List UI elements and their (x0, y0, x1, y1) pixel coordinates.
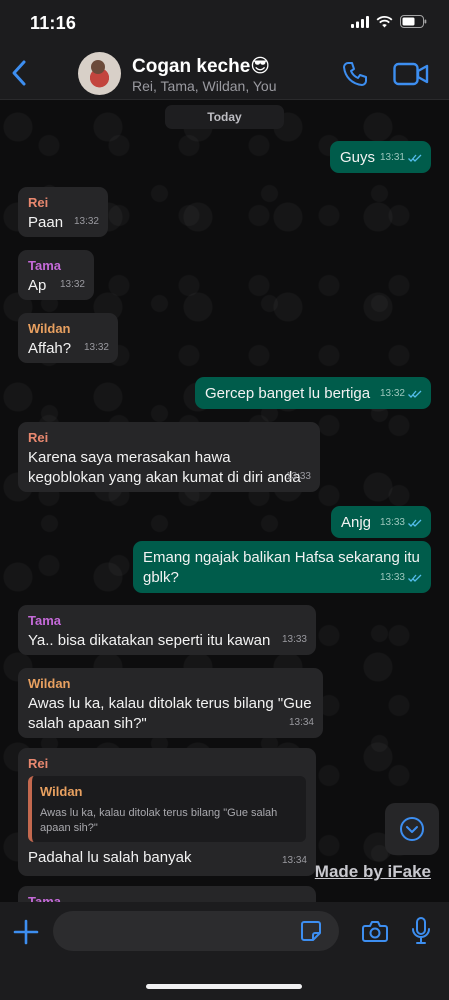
date-label: Today (165, 105, 284, 129)
microphone-button[interactable] (410, 916, 432, 946)
read-receipt-icon (408, 574, 422, 582)
back-button[interactable] (8, 58, 32, 88)
message-input-bar (0, 902, 449, 1000)
wifi-icon (376, 15, 393, 27)
battery-icon (400, 15, 427, 28)
chat-area[interactable]: Today Guys 13:31 Rei Paan 13:32 Tama Ap … (0, 100, 449, 902)
message-time: 13:32 (59, 279, 85, 290)
message-time: 13:32 (73, 216, 99, 227)
camera-button[interactable] (362, 919, 388, 943)
message-text: Gercep banget lu bertiga (205, 385, 371, 402)
message-sender: Tama (28, 258, 61, 273)
status-icons (351, 15, 427, 28)
message-time: 13:33 (379, 517, 405, 528)
message-sender: Rei (28, 195, 49, 210)
message-time: 13:31 (379, 152, 405, 163)
message-bubble-incoming[interactable]: Rei Karena saya merasakan hawa kegobloka… (18, 422, 320, 492)
message-sender: Tama (28, 894, 61, 902)
quote-text: Awas lu ka, kalau ditolak terus bilang "… (40, 807, 278, 834)
message-sender: Rei (28, 430, 49, 445)
message-time: 13:32 (83, 342, 109, 353)
home-indicator[interactable] (146, 984, 302, 989)
chat-header: Cogan keche😎 Rei, Tama, Wildan, You (0, 46, 449, 100)
message-bubble-incoming[interactable]: Tama Ap 13:32 (18, 250, 94, 300)
message-bubble-incoming[interactable]: Wildan Affah? 13:32 (18, 313, 118, 363)
message-meta: 13:33 (380, 568, 422, 588)
quoted-message[interactable]: Wildan Awas lu ka, kalau ditolak terus b… (28, 776, 306, 842)
message-text: Karena saya merasakan hawa kegoblokan ya… (28, 449, 301, 486)
message-bubble-incoming[interactable]: Rei Paan 13:32 (18, 187, 108, 237)
watermark: Made by iFake (314, 862, 431, 881)
video-call-button[interactable] (393, 61, 429, 87)
status-time: 11:16 (30, 13, 77, 33)
message-text: Emang ngajak balikan Hafsa sekarang itu … (143, 549, 420, 586)
read-receipt-icon (408, 390, 422, 398)
message-bubble-incoming[interactable]: Tama Ya.. bisa dikatakan seperti itu kaw… (18, 605, 316, 655)
message-text: Guys (340, 149, 376, 166)
message-input[interactable] (53, 911, 339, 951)
message-time: 13:32 (379, 388, 405, 399)
message-meta: 13:33 (380, 513, 422, 533)
chevron-down-icon (400, 817, 424, 841)
message-time: 13:34 (288, 717, 314, 728)
signal-icon (351, 15, 369, 28)
message-text: Padahal lu salah banyak (28, 849, 192, 866)
message-time: 13:33 (281, 634, 307, 645)
group-avatar[interactable] (78, 52, 121, 95)
chat-title[interactable]: Cogan keche😎 (132, 55, 270, 78)
status-bar: 11:16 (0, 0, 449, 46)
message-bubble-outgoing[interactable]: Emang ngajak balikan Hafsa sekarang itu … (133, 541, 431, 593)
message-time: 13:33 (285, 471, 311, 482)
message-bubble-outgoing[interactable]: Guys 13:31 (330, 141, 431, 173)
message-text: Awas lu ka, kalau ditolak terus bilang "… (28, 695, 312, 732)
message-sender: Tama (28, 613, 61, 628)
message-sender: Wildan (28, 321, 71, 336)
message-bubble-incoming[interactable]: Wildan Awas lu ka, kalau ditolak terus b… (18, 668, 323, 738)
voice-call-button[interactable] (341, 60, 369, 88)
message-time: 13:34 (281, 855, 307, 866)
message-time: 13:33 (379, 572, 405, 583)
message-sender: Rei (28, 756, 49, 771)
message-meta: 13:32 (380, 384, 422, 404)
message-text: Ya.. bisa dikatakan seperti itu kawan (28, 632, 271, 649)
chat-members[interactable]: Rei, Tama, Wildan, You (132, 78, 277, 94)
sticker-icon[interactable] (300, 920, 322, 942)
message-bubble-incoming[interactable]: Rei Wildan Awas lu ka, kalau ditolak ter… (18, 748, 316, 876)
message-text: Anjg (341, 514, 372, 531)
message-bubble-outgoing[interactable]: Anjg 13:33 (331, 506, 431, 538)
message-bubble-incoming[interactable]: Tama (18, 886, 316, 902)
attach-plus-button[interactable] (13, 919, 39, 945)
message-meta: 13:31 (380, 148, 422, 168)
read-receipt-icon (408, 154, 422, 162)
message-bubble-outgoing[interactable]: Gercep banget lu bertiga 13:32 (195, 377, 431, 409)
scroll-to-bottom-button[interactable] (385, 803, 439, 855)
message-sender: Wildan (28, 676, 71, 691)
read-receipt-icon (408, 519, 422, 527)
quote-sender: Wildan (40, 784, 83, 799)
